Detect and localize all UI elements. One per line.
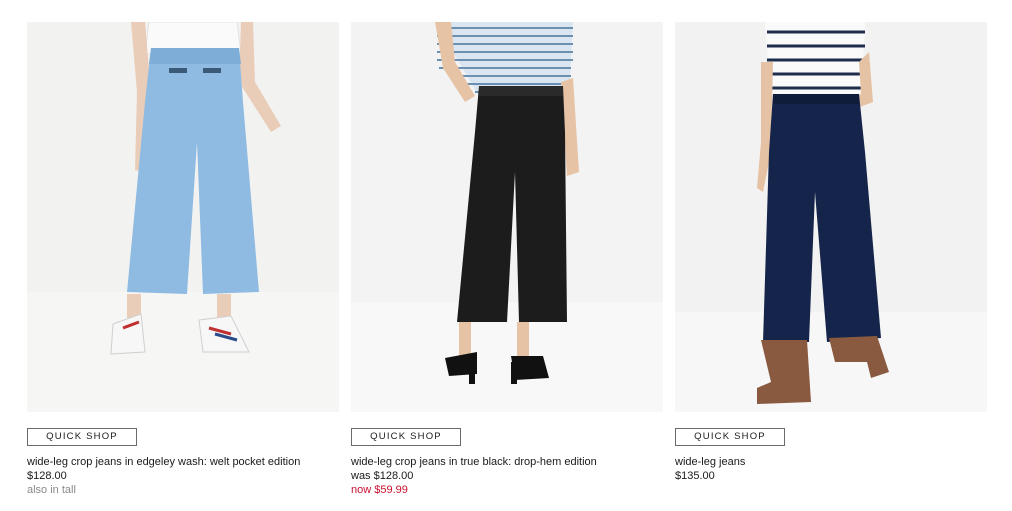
was-price: was $128.00 xyxy=(351,470,414,482)
product-card: QUICK SHOP wide-leg jeans $135.00 xyxy=(675,22,987,497)
product-price: $128.00 xyxy=(27,470,67,482)
product-info: wide-leg jeans $135.00 xyxy=(675,455,987,483)
sale-price: now $59.99 xyxy=(351,484,408,496)
also-in-tall-note: also in tall xyxy=(27,484,76,496)
product-card: QUICK SHOP wide-leg crop jeans in true b… xyxy=(351,22,663,497)
product-info: wide-leg crop jeans in edgeley wash: wel… xyxy=(27,455,339,497)
product-name-link[interactable]: wide-leg crop jeans in edgeley wash: wel… xyxy=(27,455,339,469)
product-image-link[interactable] xyxy=(351,22,663,412)
product-info: wide-leg crop jeans in true black: drop-… xyxy=(351,455,663,497)
product-photo xyxy=(675,22,987,412)
product-image-link[interactable] xyxy=(675,22,987,412)
product-image-link[interactable] xyxy=(27,22,339,412)
product-name-link[interactable]: wide-leg crop jeans in true black: drop-… xyxy=(351,455,663,469)
quick-shop-button[interactable]: QUICK SHOP xyxy=(675,428,785,446)
product-photo xyxy=(27,22,339,412)
product-price: $135.00 xyxy=(675,470,715,482)
product-name-link[interactable]: wide-leg jeans xyxy=(675,455,987,469)
quick-shop-button[interactable]: QUICK SHOP xyxy=(351,428,461,446)
product-card: QUICK SHOP wide-leg crop jeans in edgele… xyxy=(27,22,339,497)
product-photo xyxy=(351,22,663,412)
quick-shop-button[interactable]: QUICK SHOP xyxy=(27,428,137,446)
product-grid: QUICK SHOP wide-leg crop jeans in edgele… xyxy=(27,22,987,497)
